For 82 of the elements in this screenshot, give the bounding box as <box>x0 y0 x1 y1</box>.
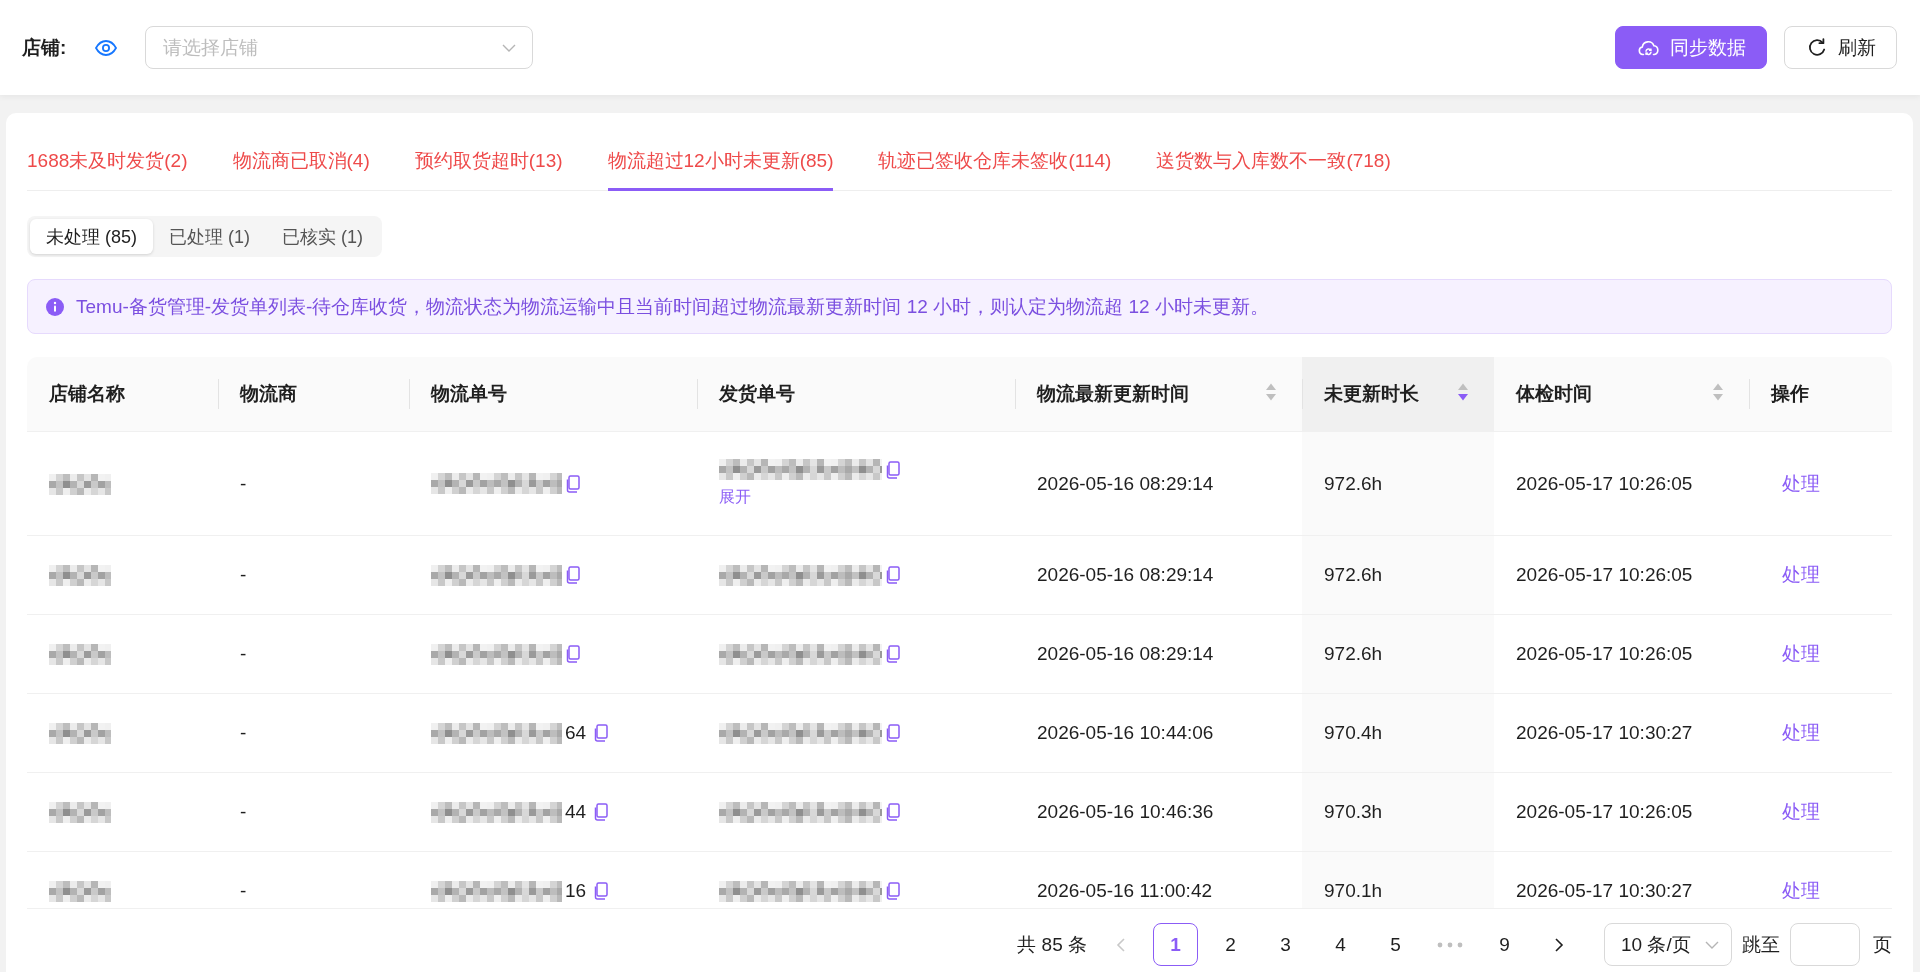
page-label: 页 <box>1873 932 1892 957</box>
table-cell: - <box>218 773 409 852</box>
action-link[interactable]: 处理 <box>1771 801 1831 822</box>
eye-icon[interactable] <box>95 39 118 56</box>
tab[interactable]: 物流商已取消(4) <box>232 141 370 191</box>
action-link[interactable]: 处理 <box>1771 880 1831 901</box>
table-cell: 2026-05-17 10:26:05 <box>1494 432 1749 536</box>
table-cell: 2026-05-17 10:26:05 <box>1494 773 1749 852</box>
refresh-button[interactable]: 刷新 <box>1784 26 1897 69</box>
table-cell: - <box>218 615 409 694</box>
tab[interactable]: 轨迹已签收仓库未签收(114) <box>878 141 1112 191</box>
action-link[interactable]: 处理 <box>1771 564 1831 585</box>
page-button[interactable]: 9 <box>1482 923 1527 966</box>
store-label: 店铺: <box>22 35 67 60</box>
table-cell: - <box>218 694 409 773</box>
info-icon <box>46 297 64 316</box>
store-select[interactable]: 请选择店铺 <box>145 26 534 69</box>
copy-icon[interactable] <box>885 460 900 479</box>
table-cell: 970.3h <box>1302 773 1494 852</box>
copy-icon[interactable] <box>565 566 580 584</box>
copy-icon[interactable] <box>885 645 900 663</box>
page-button[interactable]: 1 <box>1153 923 1198 966</box>
table-cell: 2026-05-17 10:26:05 <box>1494 536 1749 615</box>
copy-icon[interactable] <box>593 882 609 900</box>
column-header: 店铺名称 <box>27 357 218 432</box>
column-header: 物流商 <box>218 357 409 432</box>
number-text: 16 <box>565 879 587 903</box>
tab[interactable]: 预约取货超时(13) <box>414 141 563 191</box>
table-cell: 972.6h <box>1302 536 1494 615</box>
page-button[interactable]: 4 <box>1318 923 1363 966</box>
refresh-icon <box>1807 37 1827 58</box>
column-header: 操作 <box>1749 357 1892 432</box>
page-button[interactable]: 2 <box>1208 923 1253 966</box>
action-link[interactable]: 处理 <box>1771 643 1831 664</box>
column-header[interactable]: 物流最新更新时间 <box>1015 357 1302 432</box>
tab[interactable]: 1688未及时发货(2) <box>27 141 188 191</box>
copy-icon[interactable] <box>885 724 900 742</box>
page-button[interactable]: 3 <box>1263 923 1308 966</box>
alert-text: Temu-备货管理-发货单列表-待仓库收货，物流状态为物流运输中且当前时间超过物流最新更新时间 12 小时，则认定为物流超 12 小时未更新。 <box>76 294 1269 319</box>
chevron-down-icon <box>502 44 517 52</box>
status-filter-tab[interactable]: 已核实 (1) <box>266 219 379 254</box>
status-filter-tab[interactable]: 未处理 (85) <box>30 219 153 254</box>
cloud-icon <box>1638 38 1659 57</box>
copy-icon[interactable] <box>565 474 580 493</box>
page-size-select[interactable]: 10 条/页 <box>1604 923 1732 966</box>
copy-icon[interactable] <box>885 882 900 900</box>
table-cell: 2026-05-17 10:30:27 <box>1494 852 1749 908</box>
column-header[interactable]: 未更新时长 <box>1302 357 1494 432</box>
copy-icon[interactable] <box>885 803 900 821</box>
chevron-down-icon <box>1705 940 1719 949</box>
chevron-left-icon <box>1116 937 1125 952</box>
sort-icon[interactable] <box>1457 382 1469 402</box>
tab[interactable]: 送货数与入库数不一致(718) <box>1156 141 1391 191</box>
column-header: 发货单号 <box>697 357 1015 432</box>
page-jump-input[interactable] <box>1790 923 1860 966</box>
sync-data-button[interactable]: 同步数据 <box>1615 26 1767 69</box>
expand-link[interactable]: 展开 <box>719 486 751 508</box>
table-cell: 2026-05-17 10:30:27 <box>1494 694 1749 773</box>
column-header: 物流单号 <box>409 357 697 432</box>
table-cell: 972.6h <box>1302 432 1494 536</box>
total-count: 共 85 条 <box>1017 932 1087 957</box>
action-link[interactable]: 处理 <box>1771 472 1831 494</box>
number-text: 44 <box>565 800 587 824</box>
table-cell: - <box>218 852 409 908</box>
table-cell: 972.6h <box>1302 615 1494 694</box>
jump-label: 跳至 <box>1742 932 1780 957</box>
copy-icon[interactable] <box>885 566 900 584</box>
column-header[interactable]: 体检时间 <box>1494 357 1749 432</box>
table-cell: 970.1h <box>1302 852 1494 908</box>
status-filter-tab[interactable]: 已处理 (1) <box>153 219 266 254</box>
table-cell: - <box>218 432 409 536</box>
page-button[interactable]: 5 <box>1373 923 1418 966</box>
table-cell: 2026-05-17 10:26:05 <box>1494 615 1749 694</box>
action-link[interactable]: 处理 <box>1771 722 1831 743</box>
table-cell: 970.4h <box>1302 694 1494 773</box>
table-cell: - <box>218 536 409 615</box>
copy-icon[interactable] <box>565 645 580 663</box>
copy-icon[interactable] <box>593 724 609 742</box>
number-text: 64 <box>565 721 587 745</box>
tab[interactable]: 物流超过12小时未更新(85) <box>607 141 834 191</box>
copy-icon[interactable] <box>593 803 609 821</box>
chevron-right-icon <box>1555 937 1564 952</box>
